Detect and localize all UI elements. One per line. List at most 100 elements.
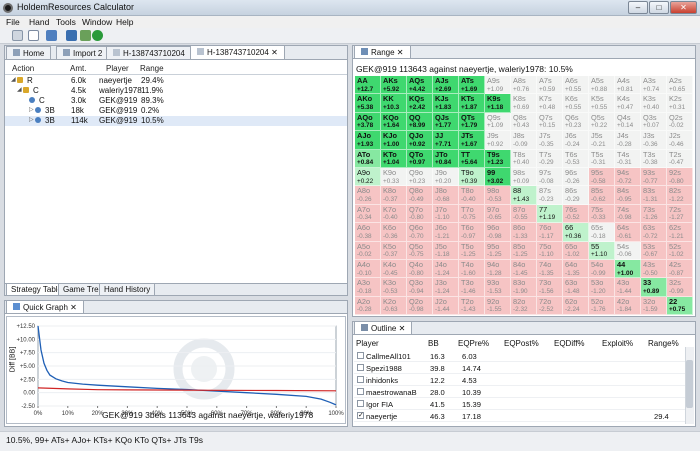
range-cell[interactable]: J6s -0.24: [563, 131, 589, 150]
range-cell[interactable]: 73s -1.26: [641, 204, 667, 224]
menu-tools[interactable]: Tools: [56, 17, 76, 27]
outline-col-player[interactable]: Player: [356, 339, 379, 348]
range-cell[interactable]: J6o -1.21: [433, 223, 459, 242]
range-cell[interactable]: Q7o -0.80: [407, 204, 433, 224]
range-cell[interactable]: 64o -1.35: [563, 260, 589, 279]
range-cell[interactable]: 64s -0.61: [615, 223, 641, 242]
range-cell[interactable]: 84s -0.95: [615, 186, 641, 205]
outline-row[interactable]: Igor FIA 41.5 15.39: [354, 399, 687, 410]
range-cell[interactable]: Q3s +0.07: [641, 112, 667, 132]
range-cell[interactable]: 92o -1.55: [485, 296, 511, 316]
range-cell[interactable]: 63s -0.72: [641, 223, 667, 242]
range-cell[interactable]: K3s +0.40: [641, 94, 667, 113]
range-cell[interactable]: ATo +0.84: [355, 149, 381, 168]
range-cell[interactable]: KQo +1.64: [381, 112, 407, 132]
tree-row[interactable]: ◢ C 4.5k waleriy1978 11.9%: [5, 86, 347, 96]
range-cell[interactable]: T8s +0.40: [511, 149, 537, 168]
range-cell[interactable]: 66 +0.36: [563, 223, 589, 242]
range-cell[interactable]: 97o -0.65: [485, 204, 511, 224]
range-cell[interactable]: J7s -0.35: [537, 131, 563, 150]
outline-row[interactable]: ✓ naeyertje 46.3 17.18 29.4: [354, 411, 687, 422]
range-cell[interactable]: A5s +0.88: [589, 76, 615, 95]
range-cell[interactable]: JTo +0.84: [433, 149, 459, 168]
outline-col-range[interactable]: Range%: [648, 339, 679, 348]
range-cell[interactable]: 62o -2.24: [563, 296, 589, 316]
range-cell[interactable]: Q4o -0.80: [407, 260, 433, 279]
range-cell[interactable]: K4o -0.45: [381, 260, 407, 279]
range-cell[interactable]: A4s +0.81: [615, 76, 641, 95]
tree-row[interactable]: ▷ 3B 18k GEK@919 0.2%: [5, 106, 347, 116]
range-cell[interactable]: J9o +0.20: [433, 168, 459, 187]
range-cell[interactable]: Q8s +0.43: [511, 112, 537, 132]
range-cell[interactable]: J2s -0.46: [667, 131, 693, 150]
range-cell[interactable]: AKo +5.38: [355, 94, 381, 113]
range-cell[interactable]: Q8o -0.49: [407, 186, 433, 205]
player-checkbox[interactable]: [357, 400, 364, 407]
range-cell[interactable]: 84o -1.45: [511, 260, 537, 279]
tree-row[interactable]: ▷ 3B 114k GEK@919 10.5%: [5, 116, 347, 126]
range-cell[interactable]: 76o -1.17: [537, 223, 563, 242]
range-cell[interactable]: 54o -0.99: [589, 260, 615, 279]
new-file-icon[interactable]: [28, 30, 39, 41]
range-cell[interactable]: 33 +0.89: [641, 278, 667, 297]
range-cell[interactable]: 42s -0.87: [667, 260, 693, 279]
range-cell[interactable]: T4o -1.60: [459, 260, 485, 279]
range-cell[interactable]: AQo +3.78: [355, 112, 381, 132]
range-cell[interactable]: 72o -2.52: [537, 296, 563, 316]
tree-row[interactable]: ◢ R 6.0k naeyertje 29.4%: [5, 76, 347, 86]
range-cell[interactable]: T3o -1.46: [459, 278, 485, 297]
range-cell[interactable]: A9o +0.22: [355, 168, 381, 187]
range-cell[interactable]: 77 +1.19: [537, 204, 563, 224]
range-cell[interactable]: T8o -0.40: [459, 186, 485, 205]
range-cell[interactable]: K9o +0.33: [381, 168, 407, 187]
range-cell[interactable]: J4s -0.28: [615, 131, 641, 150]
range-cell[interactable]: 63o -1.48: [563, 278, 589, 297]
range-cell[interactable]: Q7s +0.15: [537, 112, 563, 132]
range-cell[interactable]: 65o -1.02: [563, 241, 589, 260]
range-cell[interactable]: 96s -0.26: [563, 168, 589, 187]
range-cell[interactable]: J3s -0.36: [641, 131, 667, 150]
outline-row[interactable]: inhidonks 12.2 4.53: [354, 375, 687, 386]
range-cell[interactable]: T2s -0.47: [667, 149, 693, 168]
range-cell[interactable]: T6o -0.97: [459, 223, 485, 242]
range-cell[interactable]: J9s +0.92: [485, 131, 511, 150]
range-cell[interactable]: A2s +0.65: [667, 76, 693, 95]
range-cell[interactable]: 42o -1.84: [615, 296, 641, 316]
range-cell[interactable]: KTs +1.87: [459, 94, 485, 113]
play-icon[interactable]: [92, 30, 103, 41]
range-cell[interactable]: A3o -0.18: [355, 278, 381, 297]
range-cell[interactable]: 72s -1.27: [667, 204, 693, 224]
outline-row[interactable]: maestrowanaB 28.0 10.39: [354, 387, 687, 398]
range-cell[interactable]: 85o -1.25: [511, 241, 537, 260]
range-cell[interactable]: T7s -0.29: [537, 149, 563, 168]
range-cell[interactable]: 74o -1.35: [537, 260, 563, 279]
range-cell[interactable]: T6s -0.53: [563, 149, 589, 168]
col-action[interactable]: Action: [12, 64, 34, 73]
menu-file[interactable]: File: [6, 17, 20, 27]
range-cell[interactable]: 54s -0.06: [615, 241, 641, 260]
range-cell[interactable]: A4o -0.10: [355, 260, 381, 279]
range-cell[interactable]: J8o -0.68: [433, 186, 459, 205]
range-cell[interactable]: 32s -0.99: [667, 278, 693, 297]
outline-row[interactable]: CallmeAll101 16.3 6.03: [354, 351, 687, 362]
range-cell[interactable]: 55 +1.10: [589, 241, 615, 260]
player-checkbox[interactable]: [357, 376, 364, 383]
tab-hand-1[interactable]: H-138743710204: [106, 46, 192, 59]
range-cell[interactable]: QJs +1.77: [433, 112, 459, 132]
close-button[interactable]: ✕: [670, 1, 697, 14]
range-cell[interactable]: JTs +1.67: [459, 131, 485, 150]
expand-icon[interactable]: ◢: [11, 76, 16, 83]
range-cell[interactable]: 98o -0.53: [485, 186, 511, 205]
range-cell[interactable]: K2o -0.63: [381, 296, 407, 316]
range-cell[interactable]: 74s -0.98: [615, 204, 641, 224]
range-cell[interactable]: 98s +0.09: [511, 168, 537, 187]
tab-range[interactable]: Range ✕: [354, 45, 411, 58]
range-cell[interactable]: A7s +0.59: [537, 76, 563, 95]
range-cell[interactable]: 95o -1.25: [485, 241, 511, 260]
range-cell[interactable]: J7o -1.10: [433, 204, 459, 224]
tab-outline[interactable]: Outline ✕: [354, 321, 413, 334]
range-cell[interactable]: Q2o -0.98: [407, 296, 433, 316]
range-cell[interactable]: K7s +0.48: [537, 94, 563, 113]
range-cell[interactable]: QJo +0.92: [407, 131, 433, 150]
range-cell[interactable]: K3o -0.53: [381, 278, 407, 297]
